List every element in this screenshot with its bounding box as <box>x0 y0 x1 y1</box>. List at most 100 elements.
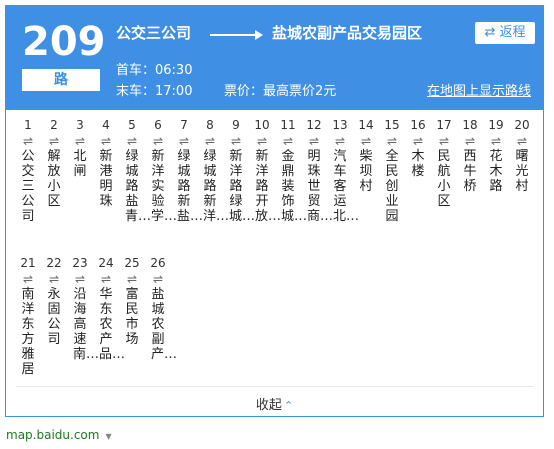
station-number: 7 <box>180 118 188 132</box>
station-item[interactable]: 18 ⇌ 西牛桥 <box>457 118 483 194</box>
station-name: 公交三公司 <box>21 149 35 224</box>
station-number: 26 <box>150 256 166 270</box>
station-number: 23 <box>72 256 88 270</box>
bidirectional-arrow-icon: ⇌ <box>386 134 398 148</box>
chevron-up-icon: ⌃ <box>283 399 294 412</box>
station-item[interactable]: 9 ⇌ 新洋路绿城… <box>223 118 256 224</box>
station-item[interactable]: 21 ⇌ 南洋东方雅居 <box>15 256 41 377</box>
station-item[interactable]: 10 ⇌ 新洋路开放… <box>249 118 281 224</box>
fare-info: 票价：最高票价2元 <box>224 84 337 99</box>
station-item[interactable]: 13 ⇌ 汽车客运北… <box>327 118 360 224</box>
bidirectional-arrow-icon: ⇌ <box>74 134 86 148</box>
station-item[interactable]: 25 ⇌ 富民市场 <box>119 256 145 347</box>
station-number: 5 <box>128 118 136 132</box>
return-trip-button[interactable]: ⇄ 返程 <box>475 22 535 44</box>
route-unit-label: 路 <box>22 69 100 91</box>
station-item[interactable]: 14 ⇌ 柴坝村 <box>353 118 379 194</box>
station-name: 新港明珠 <box>99 149 113 209</box>
station-number: 6 <box>154 118 162 132</box>
bidirectional-arrow-icon: ⇌ <box>204 134 216 148</box>
station-number: 14 <box>358 118 374 132</box>
footer-source[interactable]: map.baidu.com ▼ <box>6 428 112 442</box>
station-number: 15 <box>384 118 400 132</box>
bidirectional-arrow-icon: ⇌ <box>22 134 34 148</box>
station-item[interactable]: 23 ⇌ 沿海高速南… <box>67 256 99 362</box>
bidirectional-arrow-icon: ⇌ <box>412 134 424 148</box>
bidirectional-arrow-icon: ⇌ <box>334 134 346 148</box>
station-item[interactable]: 7 ⇌ 绿城路新盐… <box>171 118 204 224</box>
bidirectional-arrow-icon: ⇌ <box>178 134 190 148</box>
direction-arrowhead-icon <box>255 30 263 40</box>
station-name: 汽车客运北… <box>333 149 360 224</box>
bidirectional-arrow-icon: ⇌ <box>152 272 164 286</box>
station-name: 绿城路新盐… <box>177 149 204 224</box>
bidirectional-arrow-icon: ⇌ <box>126 134 138 148</box>
station-number: 22 <box>46 256 62 270</box>
station-name: 华东农产品… <box>99 287 126 362</box>
station-number: 21 <box>20 256 36 270</box>
station-item[interactable]: 12 ⇌ 明珠世贸商… <box>301 118 334 224</box>
station-item[interactable]: 16 ⇌ 木楼 <box>405 118 431 179</box>
bidirectional-arrow-icon: ⇌ <box>48 272 60 286</box>
station-name: 柴坝村 <box>359 149 373 194</box>
station-name: 民航小区 <box>437 149 451 209</box>
direction-arrow-icon <box>210 34 258 36</box>
station-number: 4 <box>102 118 110 132</box>
collapse-label: 收起 <box>255 398 282 413</box>
station-number: 25 <box>124 256 140 270</box>
route-header: 209 路 公交三公司 盐城农副产品交易园区 ⇄ 返程 首车：06:30 末车：… <box>6 6 543 110</box>
origin-station: 公交三公司 <box>116 24 192 42</box>
station-name: 南洋东方雅居 <box>21 287 35 377</box>
bidirectional-arrow-icon: ⇌ <box>516 134 528 148</box>
station-name: 全民创业园 <box>385 149 399 224</box>
station-item[interactable]: 24 ⇌ 华东农产品… <box>93 256 126 362</box>
station-number: 18 <box>462 118 478 132</box>
show-route-on-map-link[interactable]: 在地图上显示路线 <box>427 80 531 99</box>
station-item[interactable]: 17 ⇌ 民航小区 <box>431 118 457 209</box>
bidirectional-arrow-icon: ⇌ <box>256 134 268 148</box>
station-item[interactable]: 20 ⇌ 曙光村 <box>509 118 535 194</box>
station-item[interactable]: 19 ⇌ 花木路 <box>483 118 509 194</box>
station-name: 西牛桥 <box>463 149 477 194</box>
station-name: 明珠世贸商… <box>307 149 334 224</box>
station-name: 金鼎装饰城… <box>281 149 308 224</box>
destination-station: 盐城农副产品交易园区 <box>272 24 423 42</box>
station-item[interactable]: 3 ⇌ 北闸 <box>67 118 93 179</box>
bidirectional-arrow-icon: ⇌ <box>48 134 60 148</box>
station-number: 10 <box>254 118 270 132</box>
station-item[interactable]: 11 ⇌ 金鼎装饰城… <box>275 118 308 224</box>
station-number: 13 <box>332 118 348 132</box>
bidirectional-arrow-icon: ⇌ <box>438 134 450 148</box>
station-number: 8 <box>206 118 214 132</box>
station-number: 1 <box>24 118 32 132</box>
collapse-button[interactable]: 收起 ⌃ <box>6 394 543 413</box>
station-item[interactable]: 8 ⇌ 绿城路新洋… <box>197 118 229 224</box>
station-name: 新洋路绿城… <box>229 149 256 224</box>
caret-down-icon: ▼ <box>105 432 112 441</box>
route-number: 209 <box>22 19 106 65</box>
bidirectional-arrow-icon: ⇌ <box>126 272 138 286</box>
divider <box>16 386 533 387</box>
station-name: 永固公司 <box>47 287 61 347</box>
station-number: 24 <box>98 256 114 270</box>
station-item[interactable]: 2 ⇌ 解放小区 <box>41 118 67 209</box>
bidirectional-arrow-icon: ⇌ <box>490 134 502 148</box>
station-name: 北闸 <box>73 149 87 179</box>
station-number: 11 <box>280 118 296 132</box>
station-item[interactable]: 6 ⇌ 新洋实验学… <box>145 118 177 224</box>
station-number: 2 <box>50 118 58 132</box>
station-number: 3 <box>76 118 84 132</box>
bus-route-card: 209 路 公交三公司 盐城农副产品交易园区 ⇄ 返程 首车：06:30 末车：… <box>5 5 544 417</box>
station-item[interactable]: 1 ⇌ 公交三公司 <box>15 118 41 224</box>
footer-url[interactable]: map.baidu.com <box>6 428 99 442</box>
station-item[interactable]: 26 ⇌ 盐城农副产… <box>145 256 177 362</box>
last-bus-time: 末车：17:00 <box>116 84 193 99</box>
station-item[interactable]: 22 ⇌ 永固公司 <box>41 256 67 347</box>
station-item[interactable]: 15 ⇌ 全民创业园 <box>379 118 405 224</box>
bidirectional-arrow-icon: ⇌ <box>22 272 34 286</box>
station-number: 16 <box>410 118 426 132</box>
station-item[interactable]: 5 ⇌ 绿城路盐青… <box>119 118 151 224</box>
station-name: 木楼 <box>411 149 425 179</box>
station-item[interactable]: 4 ⇌ 新港明珠 <box>93 118 119 209</box>
bidirectional-arrow-icon: ⇌ <box>100 272 112 286</box>
